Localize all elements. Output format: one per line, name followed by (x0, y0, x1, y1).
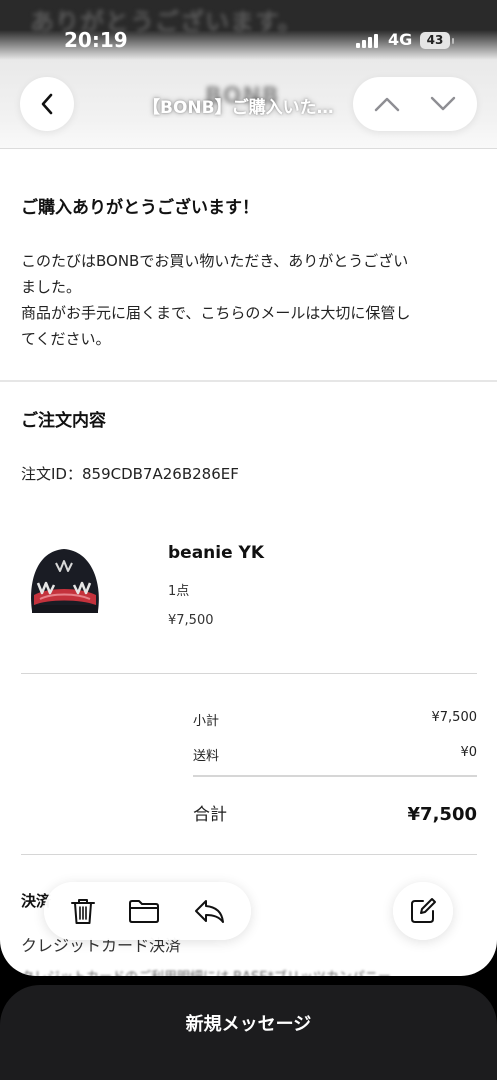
payment-note: クレジットカードのご利用明細には BASE*ブリッツカンパニー (21, 966, 391, 976)
product-price: ¥7,500 (168, 613, 214, 628)
total-row: 合計 ¥7,500 (193, 800, 477, 825)
order-heading: ご注文内容 (21, 411, 106, 431)
shipping-value: ¥0 (460, 745, 477, 760)
compose-icon (409, 897, 437, 925)
order-id-row: 注文ID：859CDB7A26B286EF (21, 463, 239, 484)
summary-divider (193, 775, 477, 777)
product-quantity: 1点 (168, 584, 190, 599)
message-navigation (353, 77, 477, 131)
mail-action-toolbar (44, 882, 251, 940)
subtotal-label: 小計 (193, 714, 220, 729)
section-divider (0, 380, 497, 382)
section-divider (21, 854, 477, 855)
new-message-sheet[interactable]: 新規メッセージ (0, 985, 497, 1080)
intro-line: ました。 (21, 278, 82, 296)
order-id-value: 859CDB7A26B286EF (81, 465, 239, 483)
total-label: 合計 (193, 805, 227, 825)
intro-line: てください。 (21, 330, 111, 348)
trash-icon[interactable] (70, 897, 96, 925)
intro-line: このたびはBONBでお買い物いただき、ありがとうござい (21, 252, 409, 270)
subtotal-row: 小計 ¥7,500 (193, 710, 477, 729)
total-value: ¥7,500 (407, 804, 477, 825)
network-type: 4G (388, 30, 413, 49)
intro-line: 商品がお手元に届くまで、こちらのメールは大切に保管し (21, 304, 411, 322)
reply-icon[interactable] (193, 898, 225, 924)
back-button[interactable] (20, 77, 74, 131)
status-time: 20:19 (64, 28, 128, 52)
battery-icon: 43 (420, 32, 450, 49)
order-id-label: 注文ID： (21, 465, 82, 483)
product-name: beanie YK (168, 543, 265, 563)
email-body[interactable]: ご購入ありがとうございます！ このたびはBONBでお買い物いただき、ありがとうご… (0, 148, 497, 976)
status-bar: 20:19 4G 43 (0, 28, 497, 54)
divider (0, 148, 497, 149)
email-subject-title: 【BONB】ご購入いた… (143, 98, 334, 118)
product-image[interactable] (22, 543, 106, 619)
battery-tip (452, 38, 454, 44)
new-message-label: 新規メッセージ (185, 1014, 312, 1035)
section-divider (21, 673, 477, 674)
compose-button[interactable] (393, 882, 453, 940)
shipping-label: 送料 (193, 749, 220, 764)
intro-text: このたびはBONBでお買い物いただき、ありがとうござい ました。 商品がお手元に… (21, 248, 477, 352)
shipping-row: 送料 ¥0 (193, 745, 477, 764)
chevron-left-icon (39, 92, 55, 116)
chevron-down-icon[interactable] (429, 95, 457, 113)
cellular-signal-icon (356, 34, 378, 48)
thanks-heading: ご購入ありがとうございます！ (21, 198, 259, 218)
folder-icon[interactable] (128, 898, 160, 924)
chevron-up-icon[interactable] (373, 95, 401, 113)
subtotal-value: ¥7,500 (431, 710, 478, 725)
